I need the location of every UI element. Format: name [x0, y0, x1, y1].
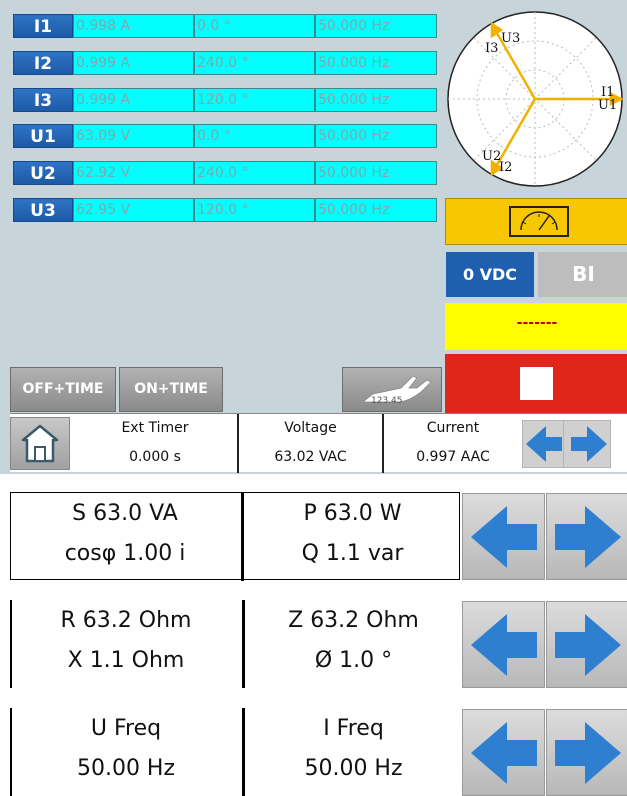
magnitude-field-u1[interactable]: 63.09 V: [73, 124, 194, 148]
arrow-left-icon: [471, 722, 537, 784]
power-factor-value: cosφ 1.00 i: [64, 541, 186, 566]
u-freq-title: U Freq: [90, 716, 162, 741]
channel-button-u3[interactable]: U3: [13, 198, 73, 222]
angle-field-u1[interactable]: 0.0 °: [194, 124, 315, 148]
frequency-field-u3[interactable]: 50.000 Hz: [315, 198, 437, 222]
channel-button-u1[interactable]: U1: [13, 124, 73, 148]
impedance-right-column: Z 63.2 Ohm Ø 1.0 °: [242, 600, 462, 688]
ext-timer-title: Ext Timer: [121, 420, 189, 436]
apparent-power-value: S 63.0 VA: [72, 501, 178, 526]
u-freq-value: 50.00 Hz: [76, 756, 176, 781]
arrow-left-icon: [471, 506, 537, 568]
status-display: -------: [445, 303, 627, 350]
channel-row-u2: U2 62.92 V 240.0 ° 50.000 Hz: [13, 161, 437, 185]
frequency-prev-button[interactable]: [462, 709, 545, 796]
i-freq-value: 50.00 Hz: [304, 756, 403, 781]
phasor-label-i2: I2: [499, 160, 512, 175]
frequency-right-column: I Freq 50.00 Hz: [242, 708, 462, 796]
voltage-value: 63.02 VAC: [274, 449, 347, 465]
power-prev-button[interactable]: [462, 493, 545, 580]
keypad-button[interactable]: 123.45: [342, 367, 442, 412]
meter-panel: [445, 198, 627, 245]
impedance-panel: R 63.2 Ohm X 1.1 Ohm Z 63.2 Ohm Ø 1.0 °: [10, 600, 460, 688]
meter-button[interactable]: [509, 206, 569, 237]
meter-icon: [520, 211, 558, 231]
angle-field-i1[interactable]: 0.0 °: [194, 14, 315, 38]
current-value: 0.997 AAC: [416, 449, 490, 465]
frequency-field-i1[interactable]: 50.000 Hz: [315, 14, 437, 38]
magnitude-field-i2[interactable]: 0.999 A: [73, 51, 194, 75]
vdc-button[interactable]: 0 VDC: [446, 252, 534, 297]
channel-button-u2[interactable]: U2: [13, 161, 73, 185]
off-time-button[interactable]: OFF+TIME: [10, 367, 116, 412]
status-next-button[interactable]: [562, 419, 612, 469]
channel-row-i3: I3 0.999 A 120.0 ° 50.000 Hz: [13, 88, 437, 112]
reactance-value: X 1.1 Ohm: [67, 648, 185, 673]
impedance-angle-value: Ø 1.0 °: [314, 648, 393, 673]
channel-button-i3[interactable]: I3: [13, 88, 73, 112]
keypad-value: 123.45: [371, 396, 403, 406]
impedance-next-button[interactable]: [546, 601, 627, 688]
phasor-label-u1: U1: [598, 98, 617, 113]
phasor-label-u3: U3: [501, 31, 520, 46]
channel-button-i1[interactable]: I1: [13, 14, 73, 38]
frequency-field-u1[interactable]: 50.000 Hz: [315, 124, 437, 148]
power-right-column: P 63.0 W Q 1.1 var: [241, 493, 461, 581]
channel-row-u1: U1 63.09 V 0.0 ° 50.000 Hz: [13, 124, 437, 148]
reactive-power-value: Q 1.1 var: [301, 541, 404, 566]
active-power-value: P 63.0 W: [303, 501, 402, 526]
arrow-right-icon: [555, 722, 621, 784]
app-screen: I1 0.998 A 0.0 ° 50.000 Hz I2 0.999 A 24…: [0, 0, 627, 796]
arrow-right-icon: [555, 506, 621, 568]
channel-row-i2: I2 0.999 A 240.0 ° 50.000 Hz: [13, 51, 437, 75]
frequency-panel: U Freq 50.00 Hz I Freq 50.00 Hz: [10, 708, 460, 796]
phasor-label-i3: I3: [485, 41, 498, 56]
impedance-prev-button[interactable]: [462, 601, 545, 688]
voltage-readout: Voltage 63.02 VAC: [237, 414, 382, 473]
angle-field-i2[interactable]: 240.0 °: [194, 51, 315, 75]
frequency-left-column: U Freq 50.00 Hz: [12, 708, 240, 796]
impedance-value: Z 63.2 Ohm: [288, 608, 419, 633]
channel-row-i1: I1 0.998 A 0.0 ° 50.000 Hz: [13, 14, 437, 38]
angle-field-u2[interactable]: 240.0 °: [194, 161, 315, 185]
frequency-field-u2[interactable]: 50.000 Hz: [315, 161, 437, 185]
frequency-next-button[interactable]: [546, 709, 627, 796]
arrow-right-icon: [562, 419, 612, 469]
magnitude-field-i1[interactable]: 0.998 A: [73, 14, 194, 38]
hand-keypad-icon: 123.45: [361, 375, 432, 406]
status-bar: Ext Timer 0.000 s Voltage 63.02 VAC Curr…: [10, 413, 627, 473]
stop-button[interactable]: [445, 354, 627, 413]
frequency-field-i2[interactable]: 50.000 Hz: [315, 51, 437, 75]
on-time-button[interactable]: ON+TIME: [119, 367, 223, 412]
channel-button-i2[interactable]: I2: [13, 51, 73, 75]
ext-timer-readout: Ext Timer 0.000 s: [75, 414, 235, 473]
home-button[interactable]: [10, 417, 70, 470]
frequency-field-i3[interactable]: 50.000 Hz: [315, 88, 437, 112]
arrow-right-icon: [555, 614, 621, 676]
impedance-left-column: R 63.2 Ohm X 1.1 Ohm: [12, 600, 240, 688]
voltage-title: Voltage: [284, 420, 337, 436]
phasor-diagram[interactable]: I1 U1 I3 U3 U2 I2: [445, 8, 627, 191]
binary-input-button[interactable]: BI: [538, 252, 627, 297]
magnitude-field-u3[interactable]: 62.95 V: [73, 198, 194, 222]
power-next-button[interactable]: [546, 493, 627, 580]
arrow-left-icon: [471, 614, 537, 676]
i-freq-title: I Freq: [323, 716, 384, 741]
ext-timer-value: 0.000 s: [129, 449, 181, 465]
power-panel: S 63.0 VA cosφ 1.00 i P 63.0 W Q 1.1 var: [10, 492, 461, 581]
angle-field-u3[interactable]: 120.0 °: [194, 198, 315, 222]
status-dashes: -------: [516, 315, 558, 331]
control-panel: I1 0.998 A 0.0 ° 50.000 Hz I2 0.999 A 24…: [0, 0, 627, 474]
channel-row-u3: U3 62.95 V 120.0 ° 50.000 Hz: [13, 198, 437, 222]
resistance-value: R 63.2 Ohm: [60, 608, 192, 633]
current-readout: Current 0.997 AAC: [382, 414, 522, 473]
power-left-column: S 63.0 VA cosφ 1.00 i: [11, 493, 239, 581]
magnitude-field-u2[interactable]: 62.92 V: [73, 161, 194, 185]
angle-field-i3[interactable]: 120.0 °: [194, 88, 315, 112]
current-title: Current: [426, 420, 480, 436]
stop-icon: [520, 367, 553, 400]
home-icon: [21, 424, 59, 463]
magnitude-field-i3[interactable]: 0.999 A: [73, 88, 194, 112]
